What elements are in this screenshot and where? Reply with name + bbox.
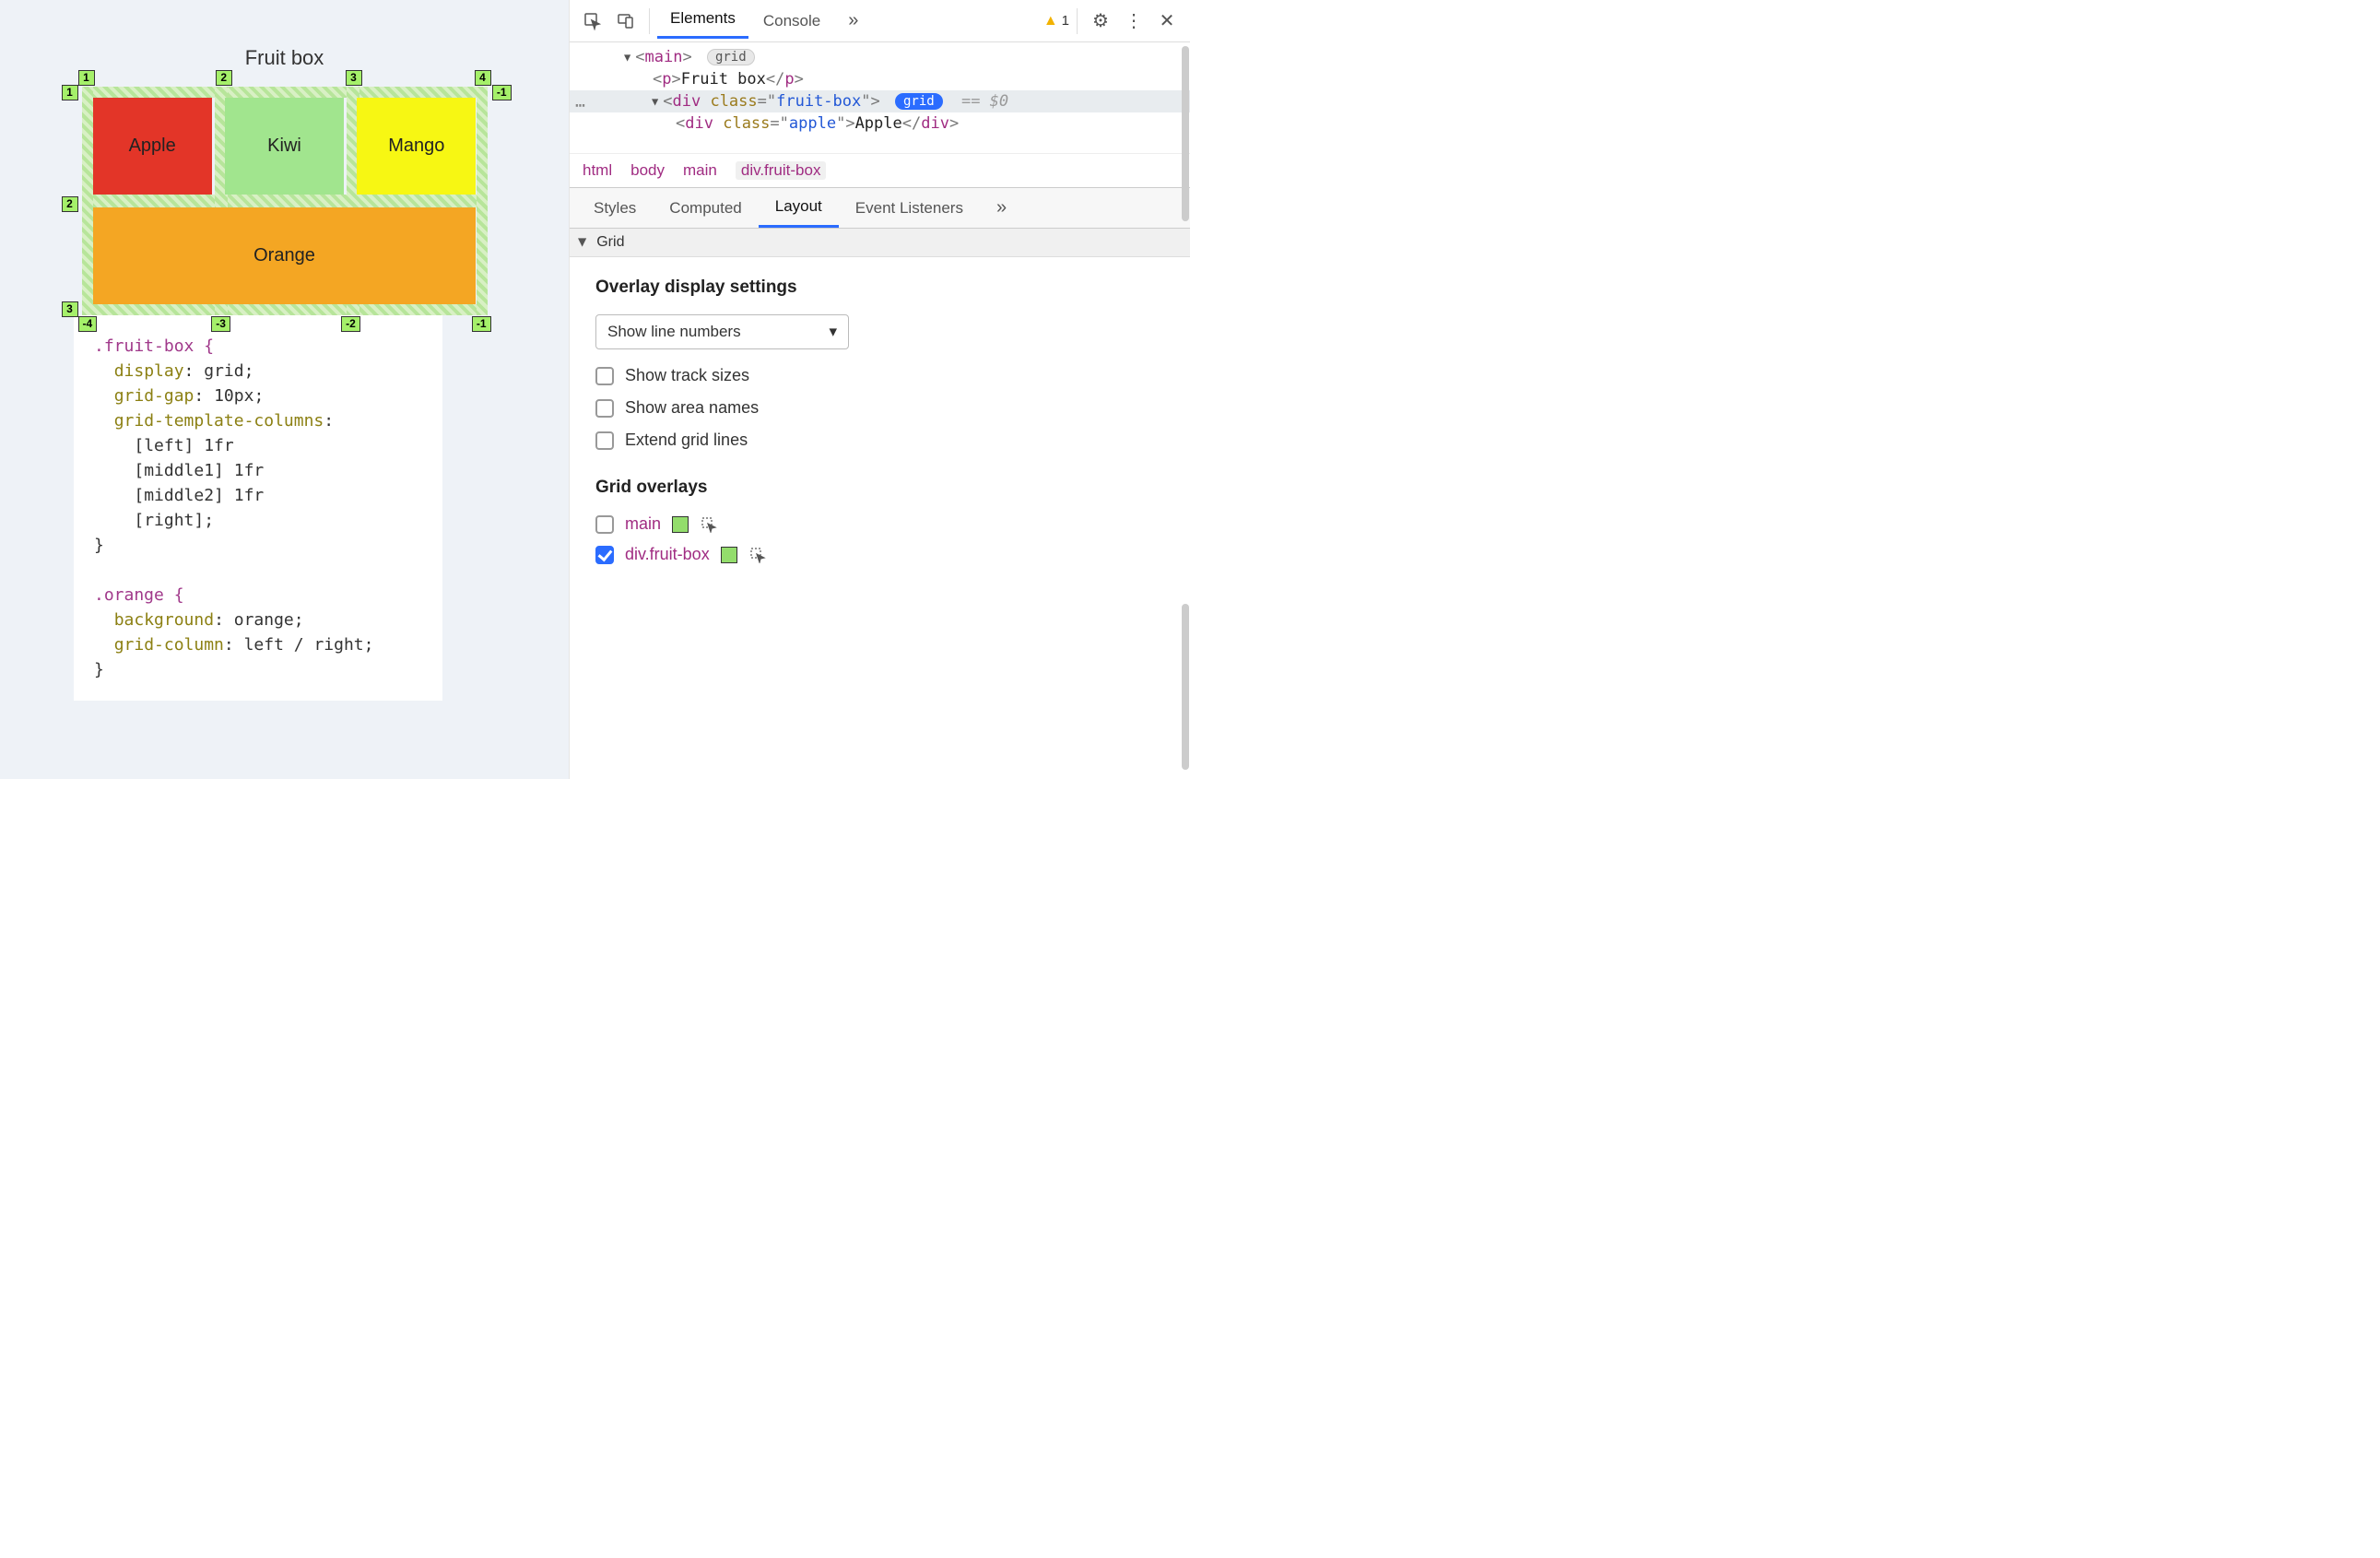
grid-overlay-preview: Apple Kiwi Mango Orange 1 2 3 4 1 2 3 -1… — [82, 87, 488, 315]
line-number: 4 — [475, 70, 491, 86]
line-number: 1 — [78, 70, 95, 86]
inspect-icon[interactable] — [577, 6, 608, 37]
breadcrumb-item[interactable]: div.fruit-box — [736, 161, 827, 180]
grid-section-body: Overlay display settings Show line numbe… — [570, 257, 1190, 590]
device-toggle-icon[interactable] — [610, 6, 642, 37]
grid-overlays-title: Grid overlays — [595, 478, 1164, 498]
cell-apple: Apple — [93, 98, 212, 195]
dom-selected-node[interactable]: ⋯ ▶<div class="fruit-box"> grid == $0 — [570, 90, 1190, 112]
warning-icon: ▲ — [1043, 13, 1058, 30]
line-number: 3 — [346, 70, 362, 86]
subtabs-more-icon[interactable]: » — [980, 188, 1023, 228]
dollar-zero-ref: == $0 — [961, 92, 1008, 111]
line-number: -2 — [341, 316, 360, 332]
breadcrumb-item[interactable]: main — [683, 161, 717, 180]
breadcrumb-item[interactable]: body — [630, 161, 665, 180]
devtools-pane: Elements Console » ▲ 1 ⚙ ⋮ ✕ ▶<main> gri… — [569, 0, 1190, 779]
css-code-box: .fruit-box { display: grid; grid-gap: 10… — [74, 315, 442, 701]
kebab-icon[interactable]: ⋮ — [1118, 6, 1149, 37]
warning-count: 1 — [1062, 13, 1069, 29]
tab-console[interactable]: Console — [750, 6, 833, 36]
gear-icon[interactable]: ⚙ — [1085, 6, 1116, 37]
reveal-element-icon[interactable] — [748, 546, 767, 564]
chevron-down-icon: ▾ — [829, 323, 837, 341]
scrollbar[interactable] — [1182, 46, 1189, 221]
line-number: 2 — [216, 70, 232, 86]
disclosure-triangle-icon[interactable]: ▶ — [622, 54, 635, 61]
grid-badge[interactable]: grid — [707, 49, 755, 65]
checkbox-icon[interactable] — [595, 546, 614, 564]
reveal-element-icon[interactable] — [700, 515, 718, 534]
checkbox-show-area-names[interactable]: Show area names — [595, 398, 1164, 418]
grid-section-header[interactable]: ▶ Grid — [570, 229, 1190, 257]
color-swatch[interactable] — [672, 516, 689, 533]
grid-section-title: Grid — [596, 234, 624, 251]
overlay-row-fruitbox: div.fruit-box — [595, 545, 1164, 564]
cell-orange: Orange — [93, 207, 477, 304]
checkbox-icon[interactable] — [595, 431, 614, 450]
overlay-label[interactable]: main — [625, 514, 661, 534]
scrollbar[interactable] — [1182, 604, 1189, 770]
line-number: -4 — [78, 316, 98, 332]
overlay-label[interactable]: div.fruit-box — [625, 545, 710, 564]
line-number: 2 — [62, 196, 78, 212]
cell-mango: Mango — [357, 98, 476, 195]
tab-elements[interactable]: Elements — [657, 4, 748, 39]
dom-breadcrumb: html body main div.fruit-box — [570, 153, 1190, 188]
warnings-badge[interactable]: ▲ 1 — [1043, 13, 1069, 30]
preview-title: Fruit box — [245, 46, 324, 70]
checkbox-icon[interactable] — [595, 515, 614, 534]
line-number: -3 — [211, 316, 230, 332]
overlay-settings-title: Overlay display settings — [595, 277, 1164, 298]
line-numbers-select[interactable]: Show line numbers ▾ — [595, 314, 849, 349]
line-number: 1 — [62, 85, 78, 100]
color-swatch[interactable] — [721, 547, 737, 563]
disclosure-triangle-icon[interactable]: ▶ — [650, 99, 663, 105]
subtab-layout[interactable]: Layout — [759, 188, 839, 228]
checkbox-show-track-sizes[interactable]: Show track sizes — [595, 366, 1164, 385]
grid-badge-active[interactable]: grid — [895, 93, 943, 110]
disclosure-triangle-icon: ▶ — [577, 238, 590, 246]
checkbox-extend-grid-lines[interactable]: Extend grid lines — [595, 431, 1164, 450]
breadcrumb-item[interactable]: html — [583, 161, 612, 180]
close-icon[interactable]: ✕ — [1151, 6, 1183, 37]
cell-kiwi: Kiwi — [225, 98, 344, 195]
subtab-styles[interactable]: Styles — [577, 190, 653, 227]
select-value: Show line numbers — [607, 323, 741, 341]
overlay-row-main: main — [595, 514, 1164, 534]
ellipsis-icon[interactable]: ⋯ — [575, 96, 587, 115]
checkbox-icon[interactable] — [595, 399, 614, 418]
checkbox-icon[interactable] — [595, 367, 614, 385]
tabs-more-icon[interactable]: » — [835, 5, 871, 37]
line-number: 3 — [62, 301, 78, 317]
subtab-listeners[interactable]: Event Listeners — [839, 190, 980, 227]
line-number: -1 — [492, 85, 512, 100]
sidebar-tabs: Styles Computed Layout Event Listeners » — [570, 188, 1190, 229]
subtab-computed[interactable]: Computed — [653, 190, 758, 227]
page-preview-pane: Fruit box Apple Kiwi Mango Orange 1 2 3 … — [0, 0, 569, 779]
line-number: -1 — [472, 316, 491, 332]
dom-tree[interactable]: ▶<main> grid <p>Fruit box</p> ⋯ ▶<div cl… — [570, 42, 1190, 153]
devtools-toolbar: Elements Console » ▲ 1 ⚙ ⋮ ✕ — [570, 0, 1190, 42]
